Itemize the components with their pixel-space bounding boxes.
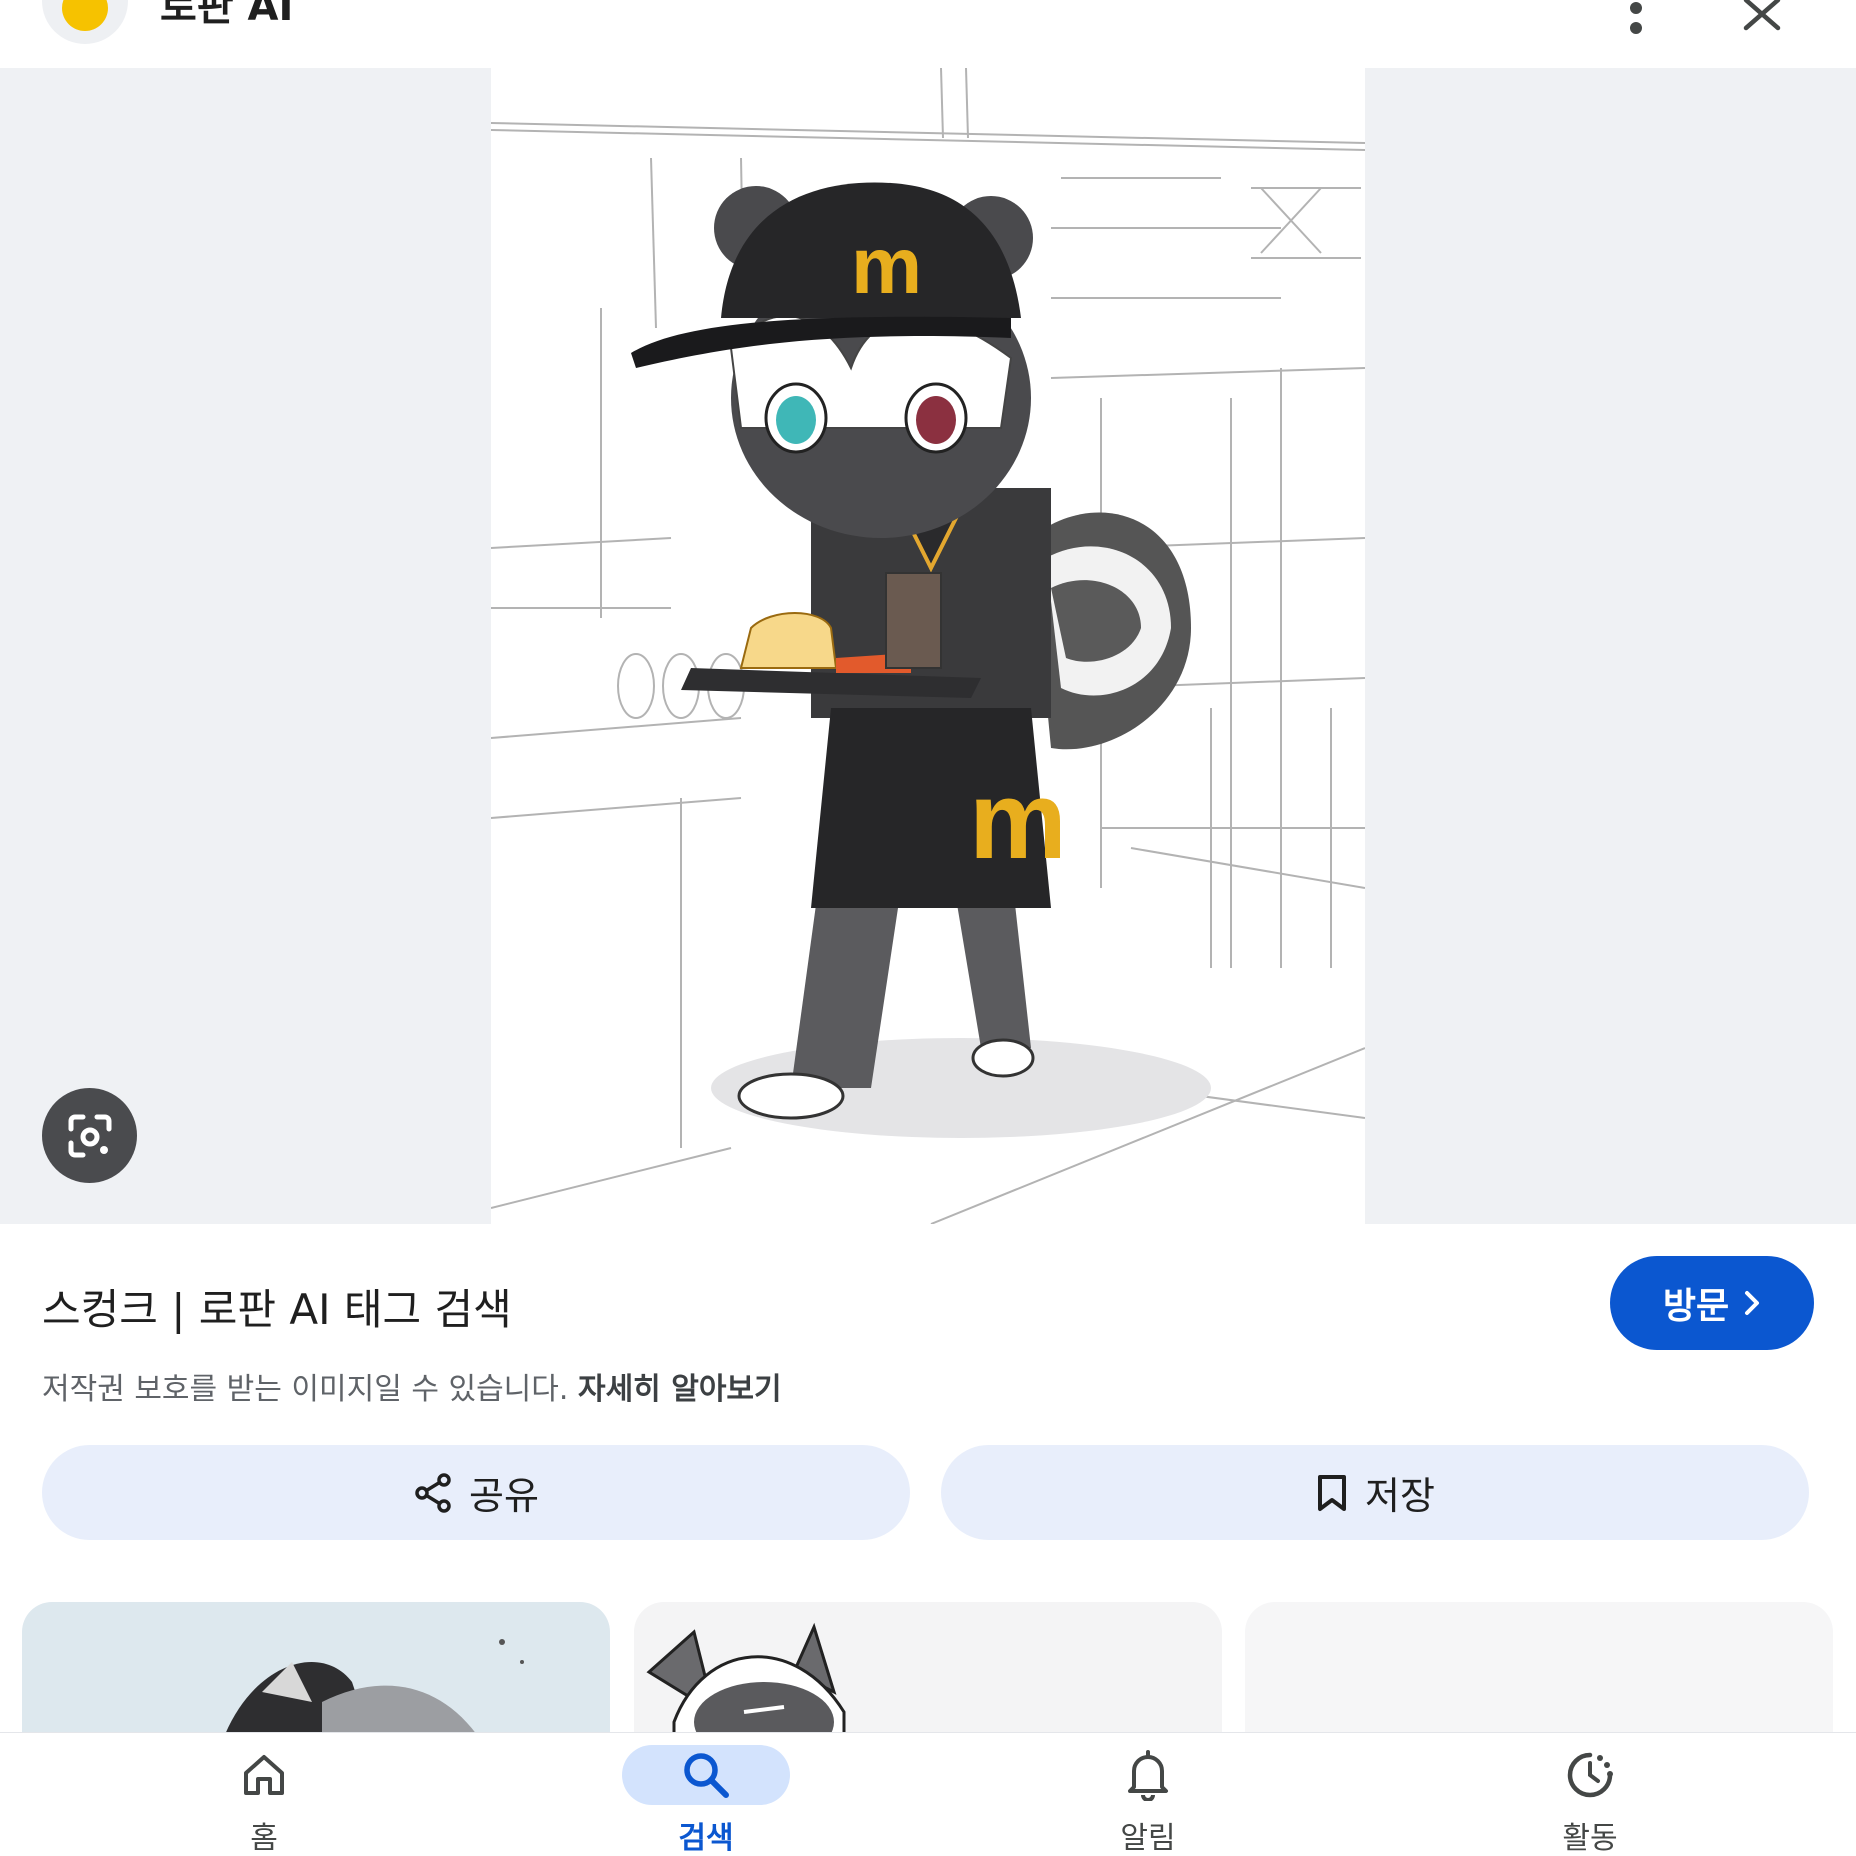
bookmark-icon (1318, 1474, 1347, 1511)
related-image-1[interactable] (22, 1602, 610, 1734)
chevron-right-icon (1745, 1291, 1760, 1315)
google-lens-icon (68, 1114, 111, 1157)
close-icon (1743, 0, 1781, 31)
save-label: 저장 (1365, 1474, 1435, 1518)
learn-more-link[interactable]: 자세히 알아보기 (578, 1372, 782, 1407)
share-label: 공유 (469, 1474, 539, 1518)
related-image-2[interactable] (634, 1602, 1222, 1734)
main-image[interactable]: m m (491, 68, 1365, 1224)
related-image-1-art (225, 1639, 524, 1734)
lens-button[interactable] (42, 1088, 137, 1183)
nav-notifications[interactable]: 알림 (1048, 1733, 1248, 1856)
nav-search[interactable]: 검색 (606, 1733, 806, 1856)
result-title[interactable]: 스컹크 | 로판 AI 태그 검색 (42, 1276, 512, 1337)
svg-text:m: m (851, 221, 922, 310)
search-icon (684, 1753, 729, 1798)
bell-icon (1128, 1750, 1168, 1801)
more-vert-icon (1630, 2, 1642, 34)
nav-home-label: 홈 (250, 1821, 278, 1856)
save-button[interactable]: 저장 (941, 1445, 1809, 1540)
related-image-3[interactable] (1245, 1602, 1833, 1734)
nav-notifications-label: 알림 (1120, 1821, 1176, 1856)
home-icon (244, 1755, 284, 1795)
top-bar: 로판 AI (0, 0, 1856, 68)
visit-button[interactable]: 방문 (1610, 1256, 1814, 1350)
nav-home-pill (180, 1745, 348, 1805)
nav-notifications-pill (1064, 1745, 1232, 1805)
related-image-2-art (646, 1622, 846, 1734)
nav-home[interactable]: 홈 (164, 1733, 364, 1856)
nav-activity-pill (1506, 1745, 1674, 1805)
copyright-text: 저작권 보호를 받는 이미지일 수 있습니다. (42, 1372, 569, 1407)
skunk-illustration: m m (491, 68, 1365, 1224)
activity-icon (1567, 1752, 1613, 1798)
bottom-navigation: 홈 검색 알림 활동 (0, 1732, 1856, 1856)
close-button[interactable] (1738, 0, 1786, 36)
site-logo (42, 0, 128, 44)
copyright-notice: 저작권 보호를 받는 이미지일 수 있습니다. 자세히 알아보기 (42, 1364, 782, 1408)
svg-text:m: m (969, 759, 1067, 882)
related-images (0, 1602, 1856, 1734)
more-options-button[interactable] (1610, 0, 1662, 40)
nav-activity[interactable]: 활동 (1490, 1733, 1690, 1856)
nav-search-pill (622, 1745, 790, 1805)
image-viewer: m m (0, 68, 1856, 1224)
site-name: 로판 AI (160, 0, 294, 30)
visit-label: 방문 (1662, 1286, 1730, 1327)
share-button[interactable]: 공유 (42, 1445, 910, 1540)
nav-search-label: 검색 (678, 1821, 734, 1856)
nav-activity-label: 활동 (1562, 1821, 1618, 1856)
share-icon (415, 1472, 451, 1513)
